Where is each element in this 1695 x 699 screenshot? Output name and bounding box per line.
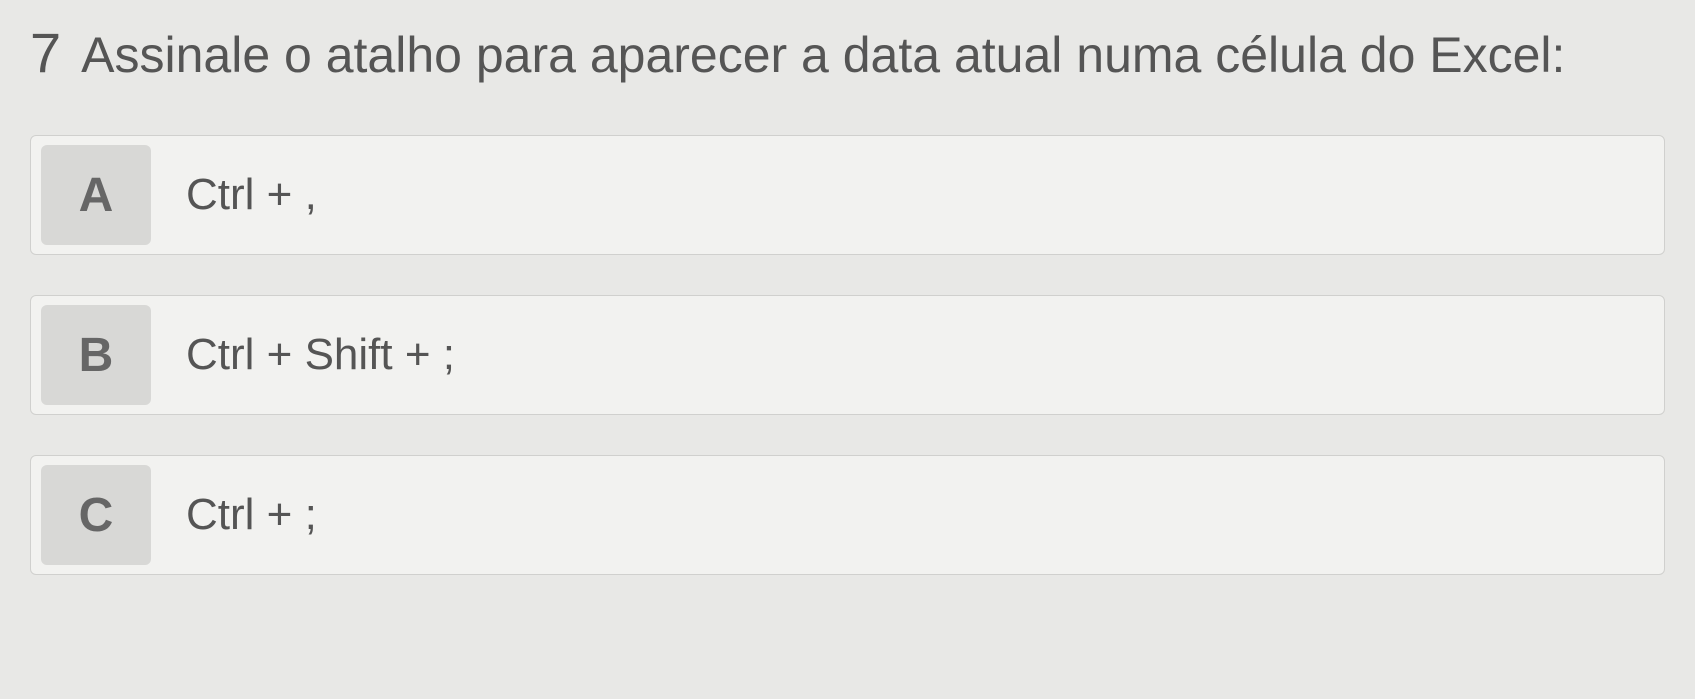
question-number: 7 [30,20,61,85]
option-letter-a: A [41,145,151,245]
option-b[interactable]: B Ctrl + Shift + ; [30,295,1665,415]
option-text-c: Ctrl + ; [186,490,317,540]
question-text: Assinale o atalho para aparecer a data a… [81,26,1565,84]
option-letter-c: C [41,465,151,565]
option-text-a: Ctrl + , [186,170,317,220]
option-text-b: Ctrl + Shift + ; [186,330,455,380]
question-header: 7 Assinale o atalho para aparecer a data… [30,20,1665,85]
option-letter-b: B [41,305,151,405]
option-a[interactable]: A Ctrl + , [30,135,1665,255]
option-c[interactable]: C Ctrl + ; [30,455,1665,575]
